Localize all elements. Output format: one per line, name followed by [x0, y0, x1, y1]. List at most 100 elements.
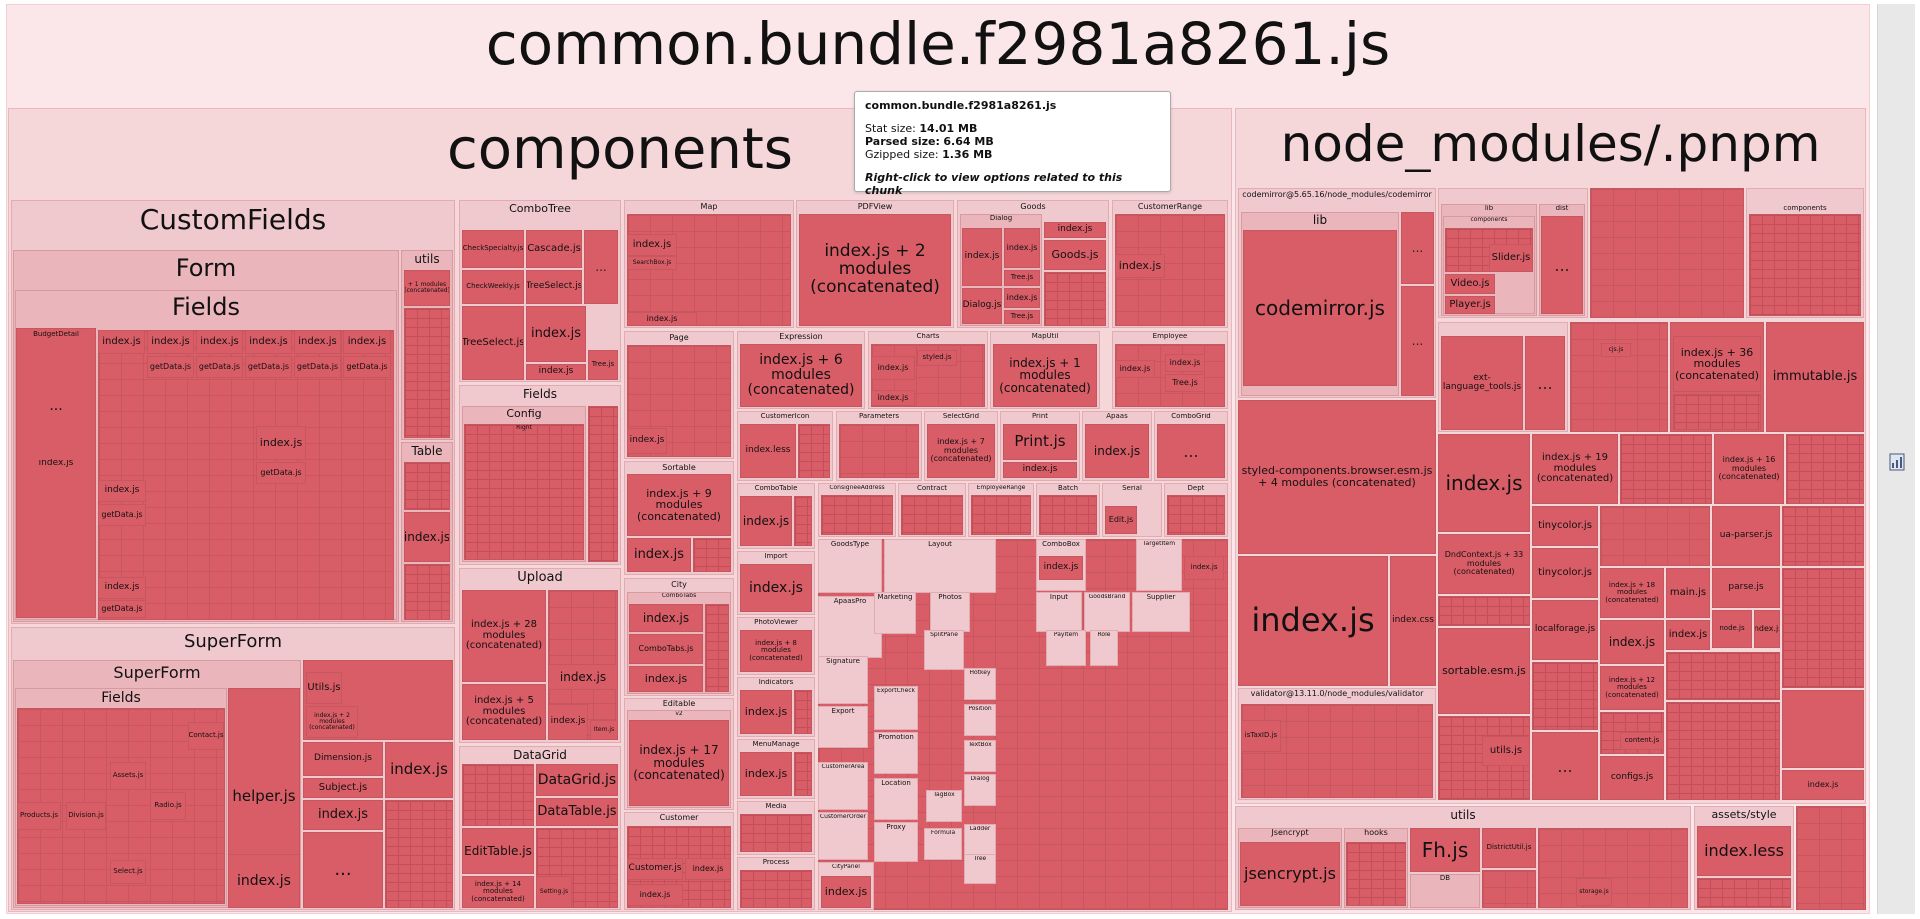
player-js[interactable]: Player.js — [1445, 296, 1495, 314]
node-leaves-1[interactable] — [1590, 188, 1744, 318]
utils-leaves-1[interactable] — [1482, 870, 1536, 908]
indicators-leaves[interactable] — [794, 690, 812, 734]
cjs-js[interactable]: cjs.js — [1601, 343, 1631, 357]
fields-getdata-1[interactable]: getData.js — [147, 356, 194, 378]
assets-index-less[interactable]: index.less — [1697, 826, 1791, 876]
dept-leaves[interactable] — [1167, 495, 1225, 535]
group-customerorder[interactable]: CustomerOrder — [818, 812, 868, 860]
group-layout[interactable]: Layout — [884, 539, 996, 593]
group-formula[interactable]: Formula — [924, 828, 962, 860]
group-apaaspro[interactable]: ApaasPro — [818, 596, 882, 658]
setting-js[interactable]: Setting.js — [536, 876, 572, 908]
combotree-index-2[interactable]: index.js — [526, 364, 586, 380]
group-tagbox[interactable]: TagBox — [926, 790, 962, 822]
fields-index-1[interactable]: index.js — [98, 330, 145, 354]
fields-index-2[interactable]: index.js — [147, 330, 194, 354]
node-leaves-2[interactable] — [1570, 322, 1668, 432]
fields-getdata-6[interactable]: getData.js — [256, 462, 306, 484]
sortable-esm-js[interactable]: sortable.esm.js — [1438, 628, 1530, 714]
side-tool-icon[interactable] — [1887, 450, 1907, 474]
selectgrid-index-7[interactable]: index.js + 7 modules (concatenated) — [927, 424, 995, 478]
index-2-modules[interactable]: index.js + 2 modules (concatenated) — [306, 706, 358, 738]
page-index[interactable]: index.js — [627, 428, 667, 454]
select-js[interactable]: Select.js — [110, 860, 146, 884]
combotabs-js[interactable]: ComboTabs.js — [629, 634, 703, 664]
customer-index-2[interactable]: index.js — [627, 884, 683, 906]
node-leaves-3[interactable] — [1620, 434, 1712, 504]
products-js[interactable]: Products.js — [17, 802, 61, 830]
node-index-5[interactable]: index.js — [1754, 610, 1780, 648]
ua-parser-js[interactable]: ua-parser.js — [1712, 506, 1780, 566]
slider-js[interactable]: Slider.js — [1489, 244, 1533, 272]
cascade-js[interactable]: Cascade.js — [526, 230, 582, 268]
employeerange-leaves[interactable] — [971, 495, 1031, 535]
group-customerarea[interactable]: CustomerArea — [818, 762, 868, 810]
superform-index-3[interactable]: index.js — [228, 854, 300, 908]
group-input[interactable]: Input — [1036, 592, 1082, 632]
searchbox-js[interactable]: SearchBox.js — [627, 256, 677, 270]
city-index[interactable]: index.js — [629, 604, 703, 632]
districtutil-js[interactable]: DistrictUtil.js — [1482, 828, 1536, 868]
superform-index-2[interactable]: index.js — [303, 800, 383, 830]
city-leaves[interactable] — [705, 604, 729, 692]
fields-getdata-2[interactable]: getData.js — [196, 356, 243, 378]
fields-index-4[interactable]: index.js — [245, 330, 292, 354]
superform-leaves[interactable] — [385, 800, 453, 908]
group-targetitem[interactable]: TargetItem — [1136, 539, 1182, 591]
datatable-js[interactable]: DataTable.js — [536, 798, 618, 826]
contract-leaves[interactable] — [901, 495, 963, 535]
group-proxy[interactable]: Proxy — [874, 822, 918, 862]
table-leaves[interactable] — [404, 462, 450, 510]
city-index-2[interactable]: index.js — [629, 666, 703, 692]
checkweekly-js[interactable]: CheckWeekly.js — [462, 270, 524, 304]
customicon-leaves[interactable] — [798, 424, 830, 478]
storage-js[interactable]: storage.js — [1576, 878, 1612, 906]
media-leaves[interactable] — [740, 814, 812, 852]
upload-index-5[interactable]: index.js + 5 modules (concatenated) — [462, 684, 546, 740]
styled-js[interactable]: styled.js — [917, 350, 957, 366]
dialog-js[interactable]: Dialog.js — [962, 288, 1002, 324]
tinycolor-js[interactable]: tinycolor.js — [1532, 506, 1598, 546]
fields-index-9[interactable]: index.js — [98, 577, 146, 599]
node-index-12[interactable]: index.js + 12 modules (concatenated) — [1600, 666, 1664, 710]
upload-index[interactable]: index.js — [548, 664, 618, 690]
assets-leaves[interactable] — [1697, 878, 1791, 908]
group-promotion[interactable]: Promotion — [874, 732, 918, 774]
node-leaves-14[interactable] — [1782, 690, 1864, 768]
ext-language-more[interactable]: ... — [1525, 336, 1565, 430]
consignee-leaves[interactable] — [821, 495, 893, 535]
tree-js[interactable]: Tree.js — [588, 350, 618, 380]
index-36-leaves[interactable] — [1673, 394, 1761, 430]
batch-leaves[interactable] — [1039, 495, 1097, 535]
fh-js[interactable]: Fh.js — [1410, 828, 1480, 872]
codemirror-js[interactable]: codemirror.js — [1243, 230, 1397, 386]
node-leaves-4[interactable] — [1786, 434, 1864, 504]
node-index-js-2[interactable]: index.js — [1438, 434, 1530, 532]
utils-js[interactable]: Utils.js — [306, 672, 342, 704]
radio-js[interactable]: Radio.js — [150, 792, 186, 820]
pdfview-index-2[interactable]: index.js + 2 modules (concatenated) — [799, 214, 951, 326]
fields-getdata-7[interactable]: getData.js — [98, 504, 146, 526]
fields-getdata-3[interactable]: getData.js — [245, 356, 292, 378]
goods-js[interactable]: Goods.js — [1044, 240, 1106, 270]
bundle-misc-leaves[interactable] — [1796, 806, 1866, 910]
node-index-18[interactable]: index.js + 18 modules (concatenated) — [1600, 568, 1664, 618]
datagrid-leaves[interactable] — [462, 764, 534, 826]
jsencrypt-js[interactable]: jsencrypt.js — [1240, 842, 1340, 906]
treeselect-js-2[interactable]: TreeSelect.js — [462, 306, 524, 380]
immutable-js[interactable]: immutable.js — [1766, 322, 1864, 432]
fields-index-6[interactable]: index.js — [343, 330, 391, 354]
table-index[interactable]: index.js — [404, 512, 450, 562]
goods-index[interactable]: index.js — [1044, 222, 1106, 238]
sortable-index[interactable]: index.js — [627, 538, 691, 572]
group-goodstype[interactable]: GoodsType — [818, 539, 882, 593]
video-js[interactable]: Video.js — [1445, 274, 1495, 294]
node-leaves-7[interactable] — [1438, 596, 1530, 626]
node-leaves-10[interactable] — [1666, 652, 1780, 700]
expression-index-6[interactable]: index.js + 6 modules (concatenated) — [740, 344, 862, 407]
main-js[interactable]: main.js — [1666, 568, 1710, 618]
photoviewer-index-8[interactable]: index.js + 8 modules (concatenated) — [740, 630, 812, 672]
group-exportcheck[interactable]: ExportCheck — [874, 686, 918, 730]
node-leaves-6[interactable] — [1782, 506, 1864, 566]
node-index-css[interactable]: index.css — [1390, 556, 1436, 686]
